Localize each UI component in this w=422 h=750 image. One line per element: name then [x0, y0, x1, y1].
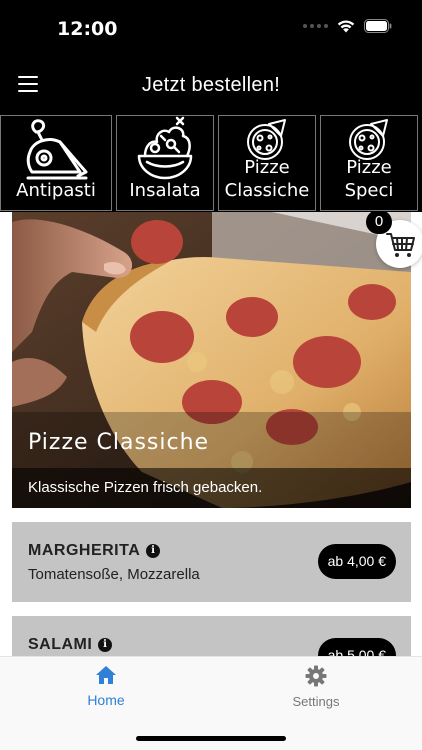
battery-icon: [364, 19, 392, 33]
category-insalata[interactable]: Insalata: [116, 115, 214, 211]
tab-settings[interactable]: Settings: [256, 665, 376, 709]
home-icon: [96, 666, 116, 684]
pizza-photo: [12, 212, 411, 508]
antipasti-icon: [26, 119, 88, 180]
gear-icon: [305, 665, 327, 687]
signal-dots-icon: [303, 24, 328, 28]
price-button[interactable]: ab 5,00 €: [317, 638, 396, 656]
status-bar: 12:00: [0, 0, 422, 58]
cart-count-badge: 0: [366, 212, 392, 234]
menu-item-name: SALAMI: [28, 636, 93, 653]
hero-title: Pizze Classiche: [28, 430, 210, 455]
menu-item-name-row: SALAMI i: [28, 636, 113, 654]
home-indicator[interactable]: [136, 736, 286, 741]
category-label: Classiche: [224, 180, 310, 201]
shopping-cart-icon: [386, 233, 415, 257]
wifi-icon: [337, 20, 355, 33]
menu-item-margherita[interactable]: MARGHERITA i Tomatensoße, Mozzarella ab …: [12, 522, 411, 602]
cart-button[interactable]: 0: [366, 212, 422, 268]
menu-item-name-row: MARGHERITA i: [28, 542, 161, 560]
category-label: Speci: [344, 180, 394, 201]
tab-settings-label: Settings: [292, 694, 340, 709]
info-icon[interactable]: i: [146, 544, 161, 558]
category-label: Antipasti: [16, 180, 96, 201]
app-bar: Jetzt bestellen!: [0, 58, 422, 113]
category-antipasti[interactable]: Antipasti: [0, 115, 112, 211]
category-label: Insalata: [129, 180, 201, 201]
info-icon[interactable]: i: [98, 638, 113, 652]
category-pizze-speciali[interactable]: Pizze Speci: [320, 115, 418, 211]
category-strip[interactable]: Antipasti Insalata Pizze Classiche Pizze…: [0, 113, 422, 212]
pizza-icon: [349, 119, 388, 160]
category-label: Pizze: [346, 157, 392, 178]
tab-home[interactable]: Home: [46, 665, 166, 708]
menu-item-name: MARGHERITA: [28, 542, 141, 559]
hero-description: Klassische Pizzen frisch gebacken.: [12, 468, 411, 508]
menu-content[interactable]: Pizze Classiche Klassische Pizzen frisch…: [0, 212, 422, 656]
status-icons: [303, 19, 392, 33]
tab-home-label: Home: [87, 692, 125, 708]
page-title: Jetzt bestellen!: [141, 74, 281, 96]
salad-bowl-icon: [137, 116, 193, 180]
menu-item-salami[interactable]: SALAMI i ab 5,00 €: [12, 616, 411, 656]
category-label: Pizze: [244, 157, 290, 178]
pizza-icon: [247, 119, 286, 160]
status-time: 12:00: [57, 18, 118, 40]
category-pizze-classiche[interactable]: Pizze Classiche: [218, 115, 316, 211]
price-button[interactable]: ab 4,00 €: [317, 544, 396, 579]
category-hero-banner: Pizze Classiche Klassische Pizzen frisch…: [12, 212, 411, 508]
menu-item-description: Tomatensoße, Mozzarella: [28, 566, 200, 583]
